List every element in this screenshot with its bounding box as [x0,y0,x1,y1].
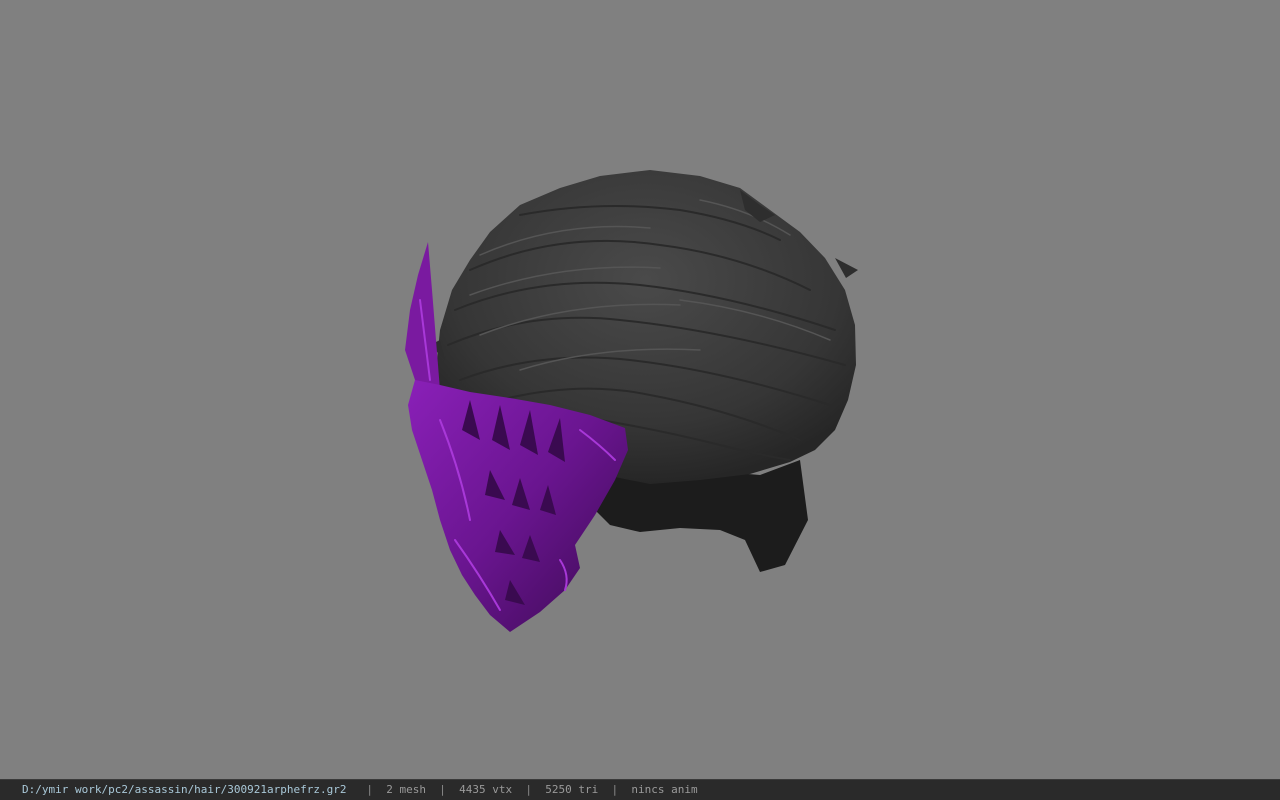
triangle-count-label: 5250 tri [545,783,599,796]
vertex-count-label: 4435 vtx [459,783,513,796]
status-separator: | [525,783,532,796]
status-separator: | [611,783,619,796]
anim-status-label: nincs anim [631,783,698,796]
file-path-label: D:/ymir work/pc2/assassin/hair/300921arp… [22,783,347,796]
status-separator: | [366,783,374,796]
model-viewer-window: D:/ymir work/pc2/assassin/hair/300921arp… [0,0,1280,800]
3d-viewport[interactable] [0,0,1280,779]
hair-tip-right [835,258,858,278]
status-separator: | [439,783,446,796]
status-bar: D:/ymir work/pc2/assassin/hair/300921arp… [0,779,1280,800]
mesh-count-label: 2 mesh [386,783,427,796]
viewport-canvas[interactable] [0,0,1280,779]
